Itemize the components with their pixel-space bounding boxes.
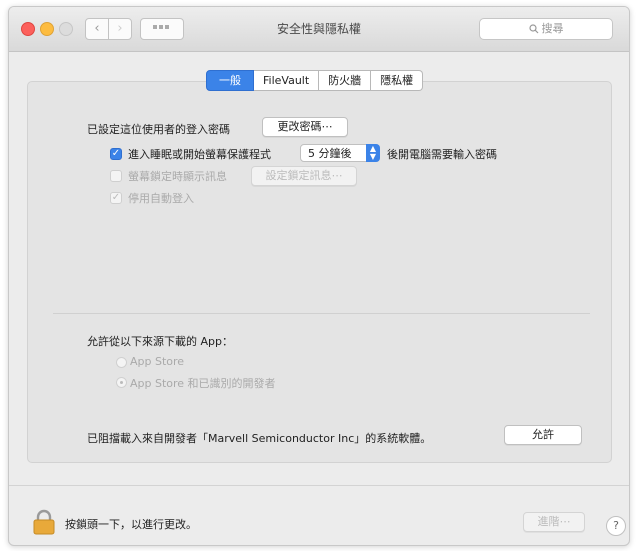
disable-auto-login-checkbox[interactable]: ✓	[110, 192, 122, 204]
tab-privacy[interactable]: 隱私權	[371, 70, 424, 91]
identified-developers-label: App Store 和已識別的開發者	[130, 377, 276, 390]
titlebar: ‹ › 安全性與隱私權 搜尋	[9, 7, 629, 52]
updown-chevron-icon: ▲ ▼	[366, 144, 380, 162]
require-password-checkbox[interactable]: ✓	[110, 148, 122, 160]
allow-button[interactable]: 允許	[504, 425, 582, 445]
tab-firewall[interactable]: 防火牆	[319, 70, 372, 91]
password-delay-value: 5 分鐘後	[308, 147, 352, 160]
tab-bar: 一般 FileVault 防火牆 隱私權	[206, 70, 424, 91]
show-message-label: 螢幕鎖定時顯示訊息	[128, 170, 227, 183]
tab-filevault[interactable]: FileVault	[254, 70, 320, 91]
app-store-label: App Store	[130, 355, 185, 368]
change-password-button[interactable]: 更改密碼⋯	[262, 117, 348, 137]
preferences-window: ‹ › 安全性與隱私權 搜尋 一般 FileVault 防火牆 隱私權 已設定這…	[8, 6, 630, 546]
lock-instruction: 按鎖頭一下，以進行更改。	[65, 518, 197, 531]
downloads-heading: 允許從以下來源下載的 App：	[87, 335, 233, 348]
section-divider	[53, 313, 590, 314]
footer-divider	[9, 485, 629, 486]
content-panel	[27, 81, 612, 463]
password-set-label: 已設定這位使用者的登入密碼	[87, 123, 230, 136]
help-button[interactable]: ?	[606, 516, 626, 536]
blocked-software-notice: 已阻擋載入來自開發者「Marvell Semiconductor Inc」的系統…	[87, 432, 432, 445]
show-message-checkbox[interactable]	[110, 170, 122, 182]
search-field[interactable]: 搜尋	[479, 18, 613, 40]
require-password-label: 進入睡眠或開始螢幕保護程式	[128, 148, 271, 161]
disable-auto-login-label: 停用自動登入	[128, 192, 194, 205]
require-password-suffix: 後開電腦需要輸入密碼	[387, 148, 497, 161]
identified-developers-radio[interactable]	[116, 377, 127, 388]
advanced-button[interactable]: 進階⋯	[523, 512, 585, 532]
password-delay-select[interactable]: 5 分鐘後 ▲ ▼	[300, 144, 380, 162]
app-store-radio[interactable]	[116, 357, 127, 368]
search-placeholder: 搜尋	[541, 22, 564, 35]
set-lock-message-button[interactable]: 設定鎖定訊息⋯	[251, 166, 357, 186]
lock-icon[interactable]	[33, 509, 55, 538]
tab-general[interactable]: 一般	[206, 70, 254, 91]
search-icon	[528, 24, 538, 34]
